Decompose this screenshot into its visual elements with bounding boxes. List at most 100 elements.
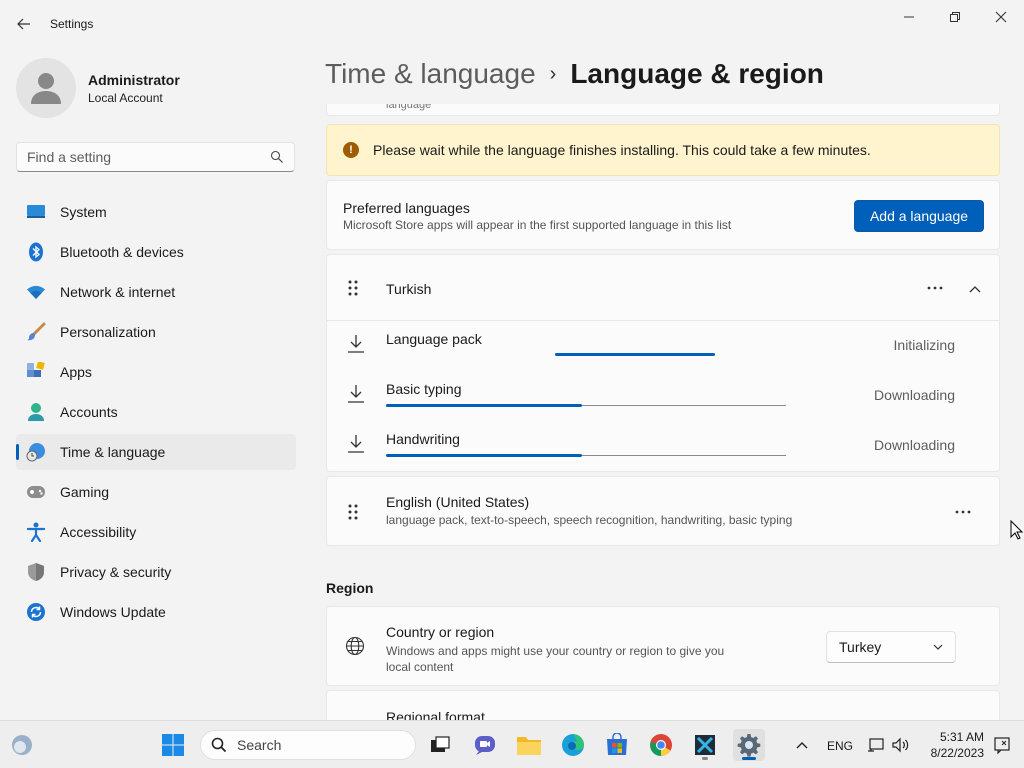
sidebar-item-label: Windows Update	[60, 604, 166, 620]
sidebar-item-label: Apps	[60, 364, 92, 380]
sidebar-item-personalization[interactable]: Personalization	[16, 314, 296, 350]
breadcrumb-parent[interactable]: Time & language	[325, 58, 536, 90]
edge-button[interactable]	[557, 729, 589, 761]
collapse-button[interactable]	[965, 279, 985, 299]
sidebar-item-label: Bluetooth & devices	[60, 244, 184, 260]
preferred-languages-subtitle: Microsoft Store apps will appear in the …	[343, 218, 732, 232]
accessibility-icon	[26, 522, 46, 542]
regional-format-card[interactable]: Regional format	[326, 690, 1000, 720]
sidebar-item-label: Privacy & security	[60, 564, 172, 580]
sidebar-item-accessibility[interactable]: Accessibility	[16, 514, 296, 550]
country-dropdown[interactable]: Turkey	[826, 631, 956, 663]
maximize-button[interactable]	[932, 4, 978, 30]
main-content[interactable]: language ! Please wait while the languag…	[326, 104, 1000, 720]
chat-button[interactable]	[469, 729, 501, 761]
region-section-title: Region	[326, 580, 374, 596]
running-indicator	[702, 757, 708, 760]
sidebar-item-gaming[interactable]: Gaming	[16, 474, 296, 510]
sidebar-item-time-language[interactable]: Time & language	[16, 434, 296, 470]
search-icon	[211, 737, 227, 753]
close-button[interactable]	[978, 4, 1024, 30]
add-language-button[interactable]: Add a language	[854, 200, 984, 232]
globe-icon	[345, 636, 365, 656]
input-language-indicator[interactable]: ENG	[827, 739, 853, 753]
accounts-icon	[26, 402, 46, 422]
volume-control[interactable]	[885, 729, 917, 761]
chrome-browser-icon	[650, 734, 672, 756]
back-button[interactable]	[10, 10, 38, 38]
download-icon	[348, 335, 364, 353]
edge-browser-icon	[562, 734, 584, 756]
install-warning-banner: ! Please wait while the language finishe…	[326, 124, 1000, 176]
warning-message: Please wait while the language finishes …	[373, 142, 871, 158]
country-value: Turkey	[839, 639, 882, 655]
system-clock[interactable]: 5:31 AM 8/22/2023	[920, 729, 984, 761]
breadcrumb-separator: ›	[549, 62, 557, 85]
start-button[interactable]	[157, 729, 189, 761]
language-item-turkish: Turkish Language pack Initializing Basic…	[326, 254, 1000, 472]
sidebar-item-label: Accounts	[60, 404, 118, 420]
language-name: Turkish	[386, 281, 432, 297]
remnant-text: language	[386, 104, 432, 111]
sidebar-nav: System Bluetooth & devices Network & int…	[16, 194, 296, 634]
country-region-title: Country or region	[386, 624, 495, 640]
feature-status: Downloading	[874, 387, 955, 403]
clock-date: 8/22/2023	[930, 746, 984, 760]
sidebar-item-windows-update[interactable]: Windows Update	[16, 594, 296, 630]
show-hidden-icons-button[interactable]	[786, 729, 818, 761]
turkish-more-options-button[interactable]	[921, 278, 949, 298]
code-app-icon	[695, 735, 715, 755]
bluetooth-icon	[26, 242, 46, 262]
task-view-icon	[431, 736, 450, 752]
profile-name: Administrator	[88, 71, 180, 88]
scrolled-card-remnant: language	[326, 104, 1000, 116]
search-icon	[270, 150, 284, 167]
feature-label: Basic typing	[386, 381, 462, 397]
language-features: language pack, text-to-speech, speech re…	[386, 513, 793, 527]
feature-label: Language pack	[386, 331, 482, 347]
dev-tool-button[interactable]	[689, 729, 721, 761]
minimize-button[interactable]	[886, 4, 932, 30]
sidebar-item-privacy[interactable]: Privacy & security	[16, 554, 296, 590]
sidebar-item-system[interactable]: System	[16, 194, 296, 230]
chevron-down-icon	[933, 644, 943, 650]
drag-handle-icon[interactable]	[347, 279, 359, 300]
store-button[interactable]	[601, 729, 633, 761]
sidebar-item-label: Gaming	[60, 484, 110, 500]
chevron-up-icon	[969, 286, 981, 293]
chrome-button[interactable]	[645, 729, 677, 761]
sidebar-item-apps[interactable]: Apps	[16, 354, 296, 390]
user-profile[interactable]: Administrator Local Account	[16, 58, 180, 118]
drag-handle-icon[interactable]	[347, 503, 359, 524]
country-region-subtitle: Windows and apps might use your country …	[386, 644, 725, 674]
file-explorer-button[interactable]	[513, 729, 545, 761]
sidebar-item-network[interactable]: Network & internet	[16, 274, 296, 310]
progress-fill	[386, 404, 582, 407]
taskbar-search[interactable]: Search	[200, 730, 416, 760]
clock-time: 5:31 AM	[939, 730, 984, 744]
profile-account-type: Local Account	[88, 90, 163, 105]
settings-app-button[interactable]	[733, 729, 765, 761]
widgets-button[interactable]	[6, 729, 38, 761]
active-indicator	[742, 757, 756, 760]
language-item-english[interactable]: English (United States) language pack, t…	[326, 476, 1000, 546]
time-language-icon	[26, 442, 46, 462]
sidebar-item-label: Time & language	[60, 444, 166, 460]
settings-search[interactable]	[16, 142, 295, 172]
warning-icon: !	[343, 142, 359, 158]
turkish-header[interactable]: Turkish	[327, 255, 999, 321]
task-view-button[interactable]	[424, 729, 456, 761]
avatar	[16, 58, 76, 118]
search-input[interactable]	[17, 143, 257, 171]
english-more-options-button[interactable]	[949, 502, 977, 522]
chat-icon	[475, 736, 495, 755]
windows-logo-icon	[162, 734, 184, 756]
preferred-languages-card: Preferred languages Microsoft Store apps…	[326, 180, 1000, 250]
sidebar-item-bluetooth[interactable]: Bluetooth & devices	[16, 234, 296, 270]
folder-icon	[517, 737, 541, 755]
sidebar-item-accounts[interactable]: Accounts	[16, 394, 296, 430]
minimize-icon	[904, 16, 914, 18]
update-icon	[26, 602, 46, 622]
notifications-button[interactable]	[986, 729, 1018, 761]
indeterminate-progress-bar	[555, 353, 715, 356]
